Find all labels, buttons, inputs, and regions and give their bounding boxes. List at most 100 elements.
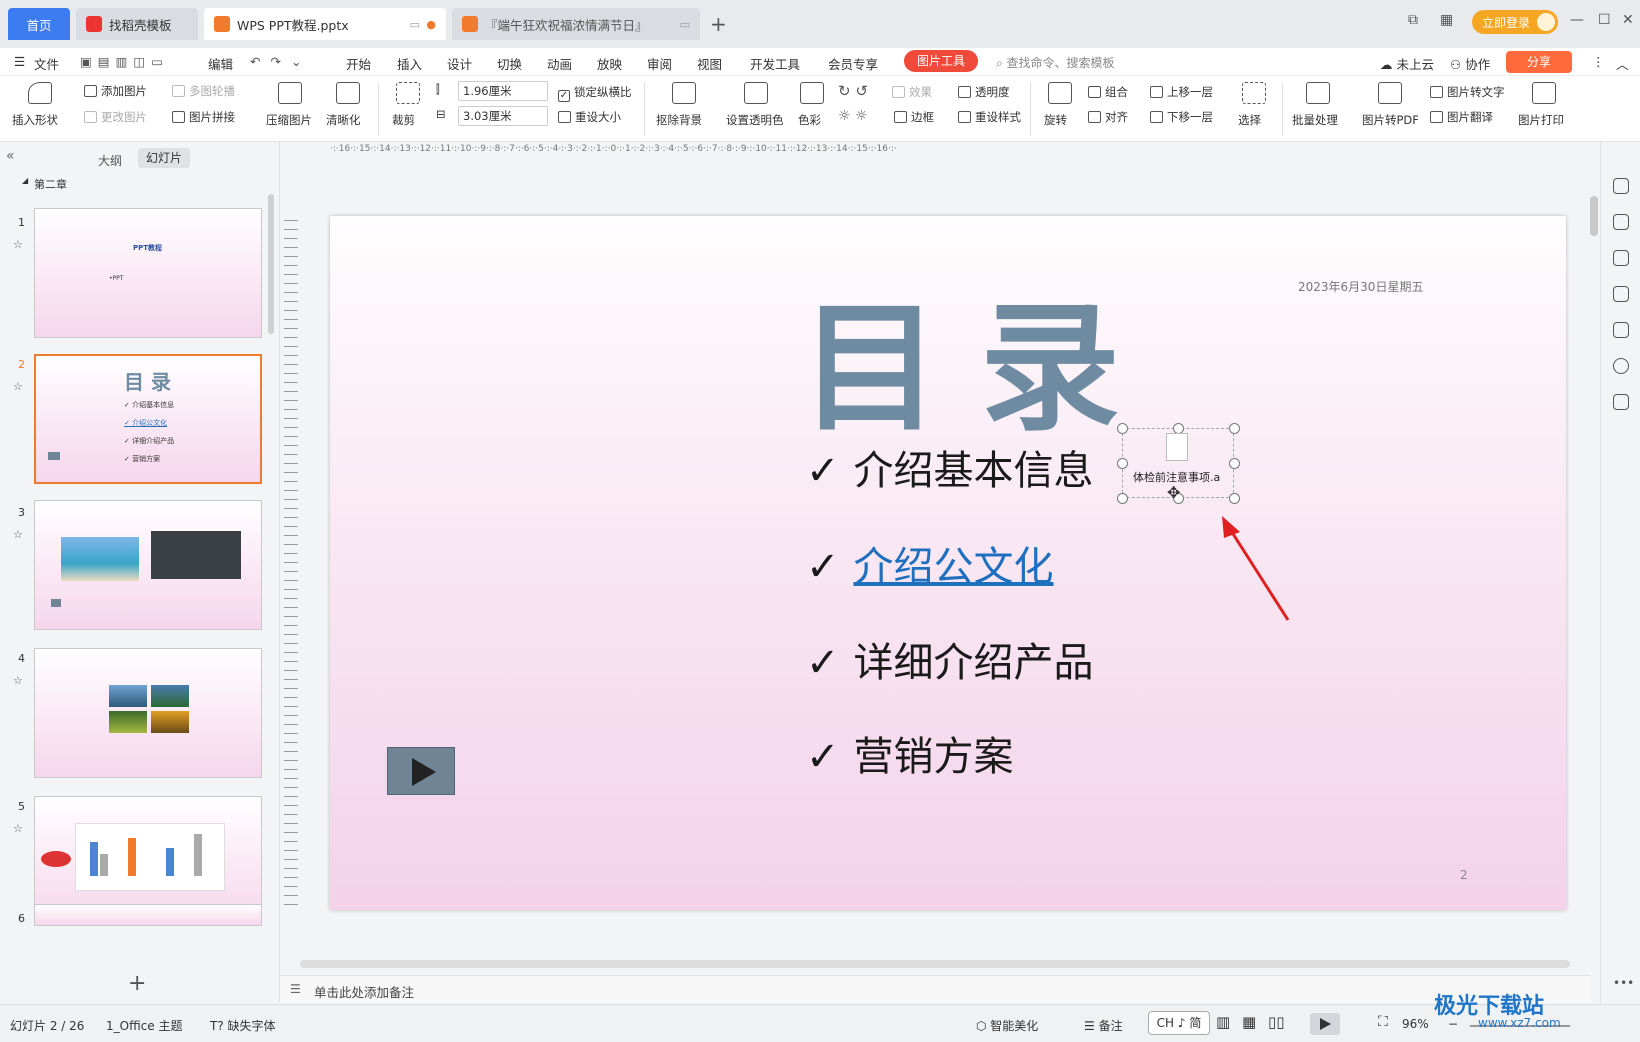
- slide-thumb-1[interactable]: PPT教程 •PPT: [34, 208, 262, 338]
- cloud-status[interactable]: ☁ 未上云: [1380, 54, 1434, 73]
- brightness-icons[interactable]: ☼ ☼: [838, 108, 868, 124]
- image-ai-icon[interactable]: [1613, 322, 1629, 338]
- collapse-panel-icon[interactable]: «: [6, 148, 15, 164]
- crop-button[interactable]: 裁剪: [392, 112, 415, 128]
- picture-to-pdf-button[interactable]: 图片转PDF: [1362, 112, 1419, 128]
- change-picture-button[interactable]: 更改图片: [84, 109, 147, 125]
- horizontal-scrollbar[interactable]: [300, 960, 1570, 968]
- sharpen-button[interactable]: 清晰化: [326, 112, 361, 128]
- picture-to-text-button[interactable]: 图片转文字: [1430, 84, 1505, 100]
- picture-translate-button[interactable]: 图片翻译: [1430, 109, 1493, 125]
- new-tab-button[interactable]: +: [710, 12, 727, 36]
- menu-member[interactable]: 会员专享: [828, 54, 878, 73]
- missing-font-button[interactable]: T? 缺失字体: [210, 1017, 276, 1034]
- picture-collage-button[interactable]: 图片拼接: [172, 109, 235, 125]
- remove-background-button[interactable]: 抠除背景: [656, 112, 702, 128]
- tab-template[interactable]: 找稻壳模板: [76, 8, 198, 40]
- login-button[interactable]: 立即登录: [1472, 10, 1558, 34]
- monitor-icon[interactable]: ▭: [680, 18, 690, 31]
- menu-design[interactable]: 设计: [447, 54, 472, 73]
- panel-scrollbar[interactable]: [268, 194, 274, 334]
- play-slideshow-button[interactable]: [1310, 1013, 1340, 1035]
- slide-thumb-2[interactable]: 目 录 ✓ 介绍基本信息 ✓ 介绍公文化 ✓ 详细介绍产品 ✓ 营销方案: [34, 354, 262, 484]
- notes-bar[interactable]: ☰ 单击此处添加备注: [280, 975, 1590, 1003]
- resize-handle[interactable]: [1229, 423, 1240, 434]
- tab-slides[interactable]: 幻灯片: [138, 148, 190, 168]
- hamburger-icon[interactable]: ☰: [14, 54, 25, 69]
- menu-view[interactable]: 视图: [697, 54, 722, 73]
- notes-placeholder[interactable]: 单击此处添加备注: [314, 982, 414, 1001]
- grid-icon[interactable]: ▦: [1440, 12, 1453, 28]
- resize-handle[interactable]: [1117, 423, 1128, 434]
- quick-access-icons[interactable]: ▣▤▥◫▭: [80, 54, 169, 69]
- settings-sliders-icon[interactable]: [1613, 214, 1629, 230]
- menu-slideshow[interactable]: 放映: [597, 54, 622, 73]
- transparency-button[interactable]: 透明度: [958, 84, 1010, 100]
- rocket-icon[interactable]: [1613, 178, 1629, 194]
- bullet-link-text[interactable]: 介绍公文化: [854, 544, 1054, 590]
- border-button[interactable]: 边框: [894, 109, 934, 125]
- monitor-icon[interactable]: ▭: [410, 18, 420, 31]
- menu-transition[interactable]: 切换: [497, 54, 522, 73]
- add-slide-button[interactable]: +: [128, 971, 146, 996]
- share-button[interactable]: 分享: [1506, 51, 1572, 73]
- rotate-button[interactable]: 旋转: [1044, 112, 1067, 128]
- slide-canvas[interactable]: 目录 2023年6月30日星期五 ✓ 介绍基本信息 ✓ 介绍公文化 ✓ 详细介绍产品 …: [330, 216, 1566, 910]
- maximize-icon[interactable]: ☐: [1598, 12, 1611, 28]
- zoom-level[interactable]: 96%: [1402, 1017, 1429, 1031]
- width-field[interactable]: 1.96厘米: [458, 81, 548, 101]
- align-button[interactable]: 对齐: [1088, 109, 1128, 125]
- more-icon[interactable]: ⋮: [1592, 54, 1605, 69]
- minimize-icon[interactable]: —: [1570, 12, 1584, 28]
- slide-date[interactable]: 2023年6月30日星期五: [1298, 278, 1423, 295]
- compress-button[interactable]: 压缩图片: [266, 112, 312, 128]
- height-field[interactable]: 3.03厘米: [458, 106, 548, 126]
- effects-button[interactable]: 效果: [892, 84, 932, 100]
- tab-festival[interactable]: 『端午狂欢祝福浓情满节日』 ▭: [452, 8, 700, 40]
- resize-handle[interactable]: [1117, 493, 1128, 504]
- fit-window-icon[interactable]: ⛶: [1378, 1014, 1388, 1030]
- play-action-button[interactable]: [387, 747, 455, 795]
- bullet-item[interactable]: ✓ 营销方案: [806, 724, 1014, 782]
- reading-view-icon[interactable]: ▯▯: [1268, 1013, 1285, 1031]
- collapse-ribbon-icon[interactable]: ︿: [1616, 54, 1629, 73]
- menu-animation[interactable]: 动画: [547, 54, 572, 73]
- smart-beautify-button[interactable]: ⬡ 智能美化: [976, 1017, 1038, 1034]
- bullet-item-link[interactable]: ✓ 介绍公文化: [806, 534, 1054, 592]
- menu-edit[interactable]: 编辑: [208, 54, 233, 73]
- lock-ratio-checkbox[interactable]: ✓ 锁定纵横比: [558, 84, 632, 102]
- bullet-item[interactable]: ✓ 介绍基本信息: [806, 438, 1094, 496]
- more-icon[interactable]: •••: [1613, 976, 1634, 990]
- menu-review[interactable]: 审阅: [647, 54, 672, 73]
- chat-icon[interactable]: [1613, 286, 1629, 302]
- undo-redo-icons[interactable]: ↶↷⌄: [250, 54, 311, 69]
- insert-shape-button[interactable]: 插入形状: [12, 112, 58, 128]
- vertical-scrollbar[interactable]: [1590, 196, 1598, 236]
- menu-insert[interactable]: 插入: [397, 54, 422, 73]
- collab-button[interactable]: ⚇ 协作: [1450, 54, 1490, 73]
- input-method-indicator[interactable]: CH ♪ 简: [1148, 1011, 1210, 1035]
- layout-icon[interactable]: ⧉: [1408, 12, 1418, 28]
- normal-view-icon[interactable]: ▥: [1216, 1013, 1230, 1031]
- color-button[interactable]: 色彩: [798, 112, 821, 128]
- slide-thumb-6[interactable]: [34, 904, 262, 926]
- menu-picture-tools[interactable]: 图片工具: [904, 50, 978, 72]
- slide-thumb-3[interactable]: [34, 500, 262, 630]
- tab-wps-ppt[interactable]: WPS PPT教程.pptx ▭ ●: [204, 8, 446, 40]
- add-picture-button[interactable]: 添加图片: [84, 83, 147, 99]
- batch-process-button[interactable]: 批量处理: [1292, 112, 1338, 128]
- embedded-object-selected[interactable]: 体检前注意事项.a ✥: [1117, 423, 1240, 504]
- section-collapse-icon[interactable]: ◢: [22, 176, 28, 185]
- reset-style-button[interactable]: 重设样式: [958, 109, 1021, 125]
- book-icon[interactable]: [1613, 394, 1629, 410]
- set-transparent-button[interactable]: 设置透明色: [726, 112, 784, 128]
- close-icon[interactable]: ✕: [1622, 12, 1634, 28]
- bullet-item[interactable]: ✓ 详细介绍产品: [806, 630, 1094, 688]
- resize-handle[interactable]: [1117, 458, 1128, 469]
- reset-size-button[interactable]: 重设大小: [558, 109, 621, 125]
- menu-developer[interactable]: 开发工具: [750, 54, 800, 73]
- notes-toggle-button[interactable]: ☰ 备注: [1084, 1017, 1123, 1034]
- menu-file[interactable]: 文件: [34, 54, 59, 73]
- bring-forward-button[interactable]: 上移一层: [1150, 84, 1213, 100]
- resize-handle[interactable]: [1229, 458, 1240, 469]
